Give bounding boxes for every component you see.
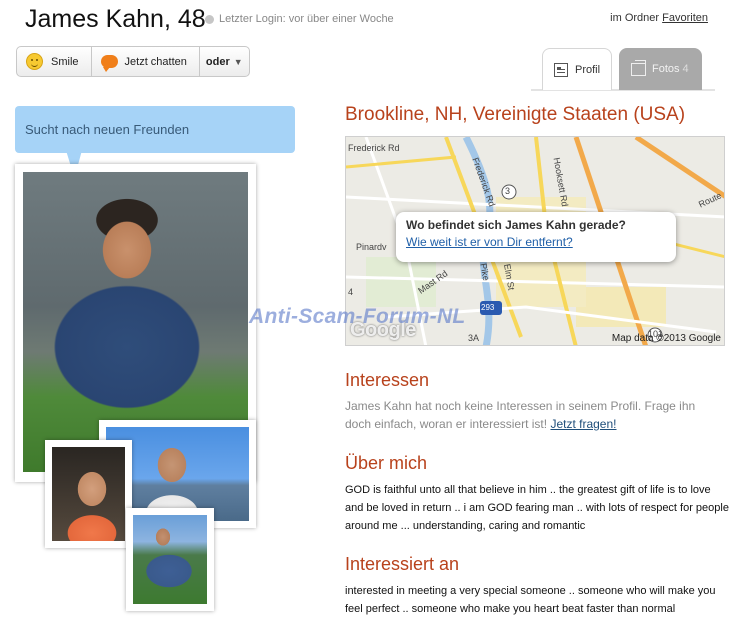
thumbnail-image-3 (52, 447, 125, 541)
watermark-text: Anti-Scam-Forum-NL (249, 305, 466, 328)
folder-prefix: im Ordner (610, 12, 660, 24)
profile-name-age: James Kahn, 48 (25, 5, 206, 33)
offline-status-dot-icon (205, 15, 214, 24)
map-info-popup: Wo befindet sich James Kahn gerade? Wie … (396, 212, 676, 262)
thumbnail-photo-4[interactable] (126, 508, 214, 611)
tab-fotos-count: 4 (682, 63, 689, 75)
action-bar: Smile Jetzt chatten oder ▼ (16, 46, 250, 77)
smiley-icon (26, 53, 43, 70)
map-shield-3a: 3A (468, 333, 480, 343)
interests-body: James Kahn hat noch keine Interessen in … (345, 399, 696, 431)
map-shield-3: 3 (505, 186, 511, 196)
more-actions-dropdown[interactable]: oder ▼ (200, 47, 249, 76)
chevron-down-icon: ▼ (233, 56, 243, 67)
thumbnail-image-4 (133, 515, 207, 604)
more-label: oder (205, 55, 230, 68)
map-attribution: Map data ©2013 Google (611, 333, 721, 344)
interests-heading: Interessen (345, 370, 430, 390)
smile-label: Smile (51, 55, 79, 68)
folder-favoriten-link[interactable]: Favoriten (662, 12, 708, 24)
tab-profil-label: Profil (575, 63, 601, 76)
about-heading: Über mich (345, 453, 428, 473)
tab-profil[interactable]: Profil (542, 48, 612, 90)
map-shield-4: 4 (348, 287, 354, 297)
status-bubble: Sucht nach neuen Freunden (15, 106, 295, 153)
map-label-frederick-left: Frederick Rd (348, 143, 400, 153)
tab-fotos[interactable]: Fotos 4 (619, 48, 702, 90)
chat-button[interactable]: Jetzt chatten (92, 47, 200, 76)
map-popup-question: Wo befindet sich James Kahn gerade? (406, 218, 626, 232)
map-shield-293: 293 (481, 303, 495, 312)
smile-button[interactable]: Smile (17, 47, 92, 76)
about-text: GOD is faithful unto all that believe in… (345, 484, 729, 532)
interests-text: James Kahn hat noch keine Interessen in … (345, 397, 717, 433)
distance-link[interactable]: Wie weit ist er von Dir entfernt? (406, 235, 666, 249)
last-login-text: Letzter Login: vor über einer Woche (219, 13, 394, 25)
interested-in-heading: Interessiert an (345, 554, 460, 574)
tab-fotos-label: Fotos (652, 63, 680, 75)
photos-icon (631, 59, 646, 76)
profile-card-icon (554, 62, 568, 77)
location-heading: Brookline, NH, Vereinigte Staaten (USA) (345, 104, 686, 125)
thumbnail-photo-3[interactable] (45, 440, 132, 548)
chat-label: Jetzt chatten (124, 55, 187, 68)
chat-bubble-icon (100, 55, 118, 72)
folder-info: im Ordner Favoriten (610, 12, 708, 24)
ask-now-link[interactable]: Jetzt fragen! (550, 417, 616, 431)
status-text: Sucht nach neuen Freunden (25, 122, 190, 137)
interested-in-text: interested in meeting a very special som… (345, 585, 716, 615)
map-label-pinardville: Pinardv (356, 242, 387, 252)
